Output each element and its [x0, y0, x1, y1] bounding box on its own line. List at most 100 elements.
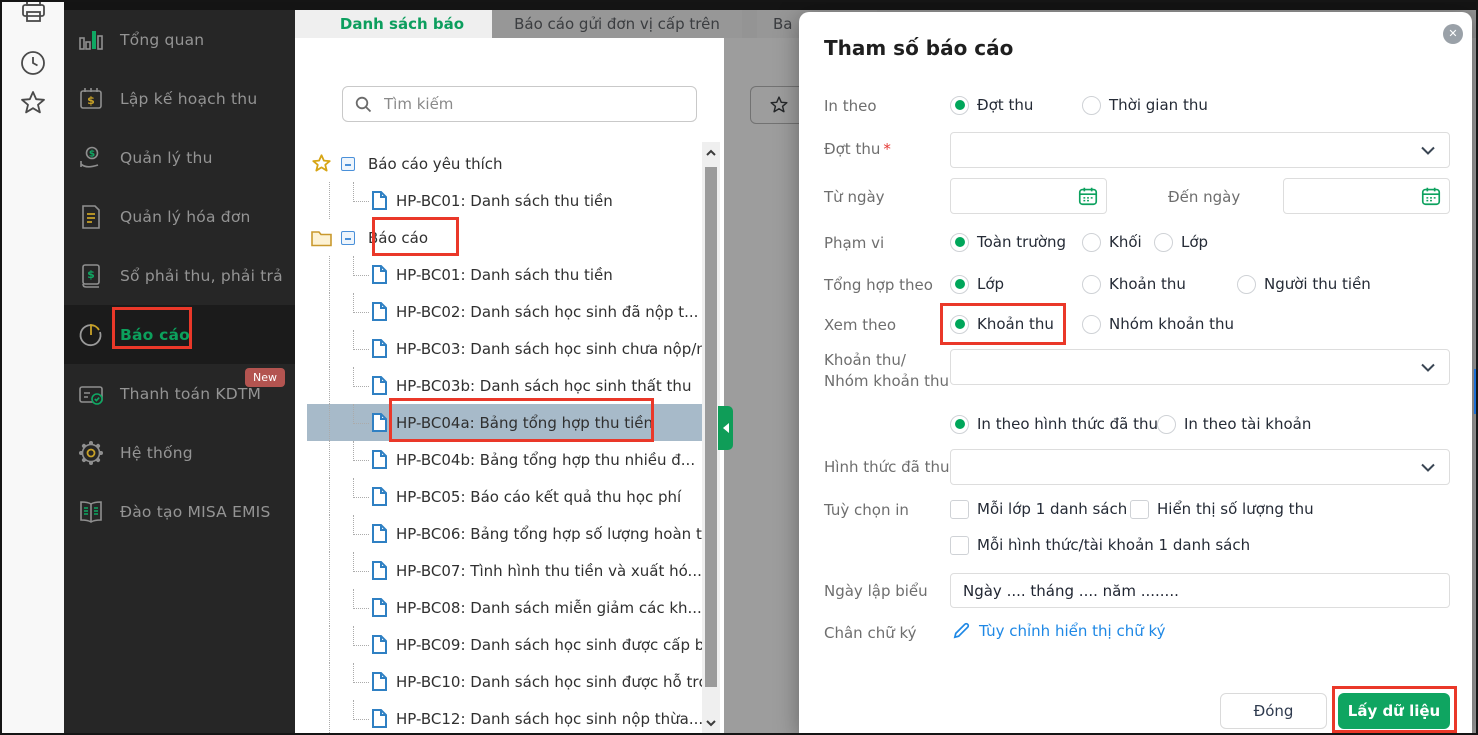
radio-option[interactable]: Đợt thu: [950, 95, 1082, 115]
checkbox-option[interactable]: Mỗi hình thức/tài khoản 1 danh sách: [950, 535, 1250, 555]
file-icon: [372, 487, 387, 506]
tree-group-favorites[interactable]: Báo cáo yêu thích: [295, 145, 702, 182]
tree-item-label: HP-BC07: Tình hình thu tiền và xuất hó..…: [396, 561, 702, 580]
radio-option[interactable]: Khoản thu: [950, 314, 1082, 334]
tree-item-label: HP-BC01: Danh sách thu tiền: [396, 191, 613, 210]
pencil-icon: [952, 621, 971, 640]
tree-item[interactable]: HP-BC09: Danh sách học sinh được cấp bù: [295, 626, 702, 663]
sidebar-item-bao-cao[interactable]: Báo cáo: [64, 305, 295, 364]
tree-item-label: HP-BC06: Bảng tổng hợp số lượng hoàn trả: [396, 524, 702, 543]
sidebar-item-quan-ly-hoa-don[interactable]: Quản lý hóa đơn: [64, 187, 295, 246]
sidebar-item-label: Đào tạo MISA EMIS: [120, 502, 271, 521]
sidebar-item-quan-ly-thu[interactable]: $ Quản lý thu: [64, 128, 295, 187]
den-ngay-date-input[interactable]: [1283, 178, 1450, 214]
radio-group-xem-theo: Khoản thu Nhóm khoản thu: [950, 306, 1234, 342]
favorites-icon[interactable]: [18, 88, 48, 118]
tree-item[interactable]: HP-BC03: Danh sách học sinh chưa nộp/n..…: [295, 330, 702, 367]
page-scrollbar-thumb[interactable]: [1474, 369, 1476, 414]
radio-icon: [1157, 414, 1176, 434]
dot-thu-select[interactable]: [950, 132, 1450, 168]
khoan-thu-select[interactable]: [950, 349, 1450, 385]
sidebar-item-lap-ke-hoach-thu[interactable]: $ Lập kế hoạch thu: [64, 69, 295, 128]
tree-item[interactable]: HP-BC06: Bảng tổng hợp số lượng hoàn trả: [295, 515, 702, 552]
sidebar-item-he-thong[interactable]: Hệ thống: [64, 423, 295, 482]
sidebar-item-dao-tao[interactable]: Đào tạo MISA EMIS: [64, 482, 295, 541]
close-button[interactable]: Đóng: [1220, 693, 1327, 729]
scroll-up-icon[interactable]: [704, 146, 718, 160]
radio-option[interactable]: Thời gian thu: [1082, 95, 1208, 115]
tree-item-label: HP-BC01: Danh sách thu tiền: [396, 265, 613, 284]
field-label-ngay-lap-bieu: Ngày lập biểu: [824, 582, 928, 600]
radio-option[interactable]: Khối: [1082, 232, 1154, 252]
tree-item[interactable]: HP-BC04b: Bảng tổng hợp thu nhiều đ...: [295, 441, 702, 478]
radio-option[interactable]: Khoản thu: [1082, 274, 1237, 294]
tab-danh-sach-bao-cao[interactable]: Danh sách báo cáo: [324, 10, 480, 61]
hinh-thuc-select[interactable]: [950, 449, 1450, 485]
ngay-lap-bieu-input[interactable]: [950, 573, 1450, 608]
scroll-down-icon[interactable]: [704, 716, 718, 730]
radio-option[interactable]: Nhóm khoản thu: [1082, 314, 1234, 334]
sidebar-item-label: Hệ thống: [120, 443, 193, 462]
field-label-tuy-chon-in: Tuỳ chọn in: [824, 501, 909, 519]
invoice-icon: [77, 203, 105, 231]
field-label-chan-chu-ky: Chân chữ ký: [824, 624, 917, 642]
radio-option[interactable]: Toàn trường: [950, 232, 1082, 252]
tree-item[interactable]: HP-BC03b: Danh sách học sinh thất thu: [295, 367, 702, 404]
tree-item-label: HP-BC03: Danh sách học sinh chưa nộp/n..…: [396, 339, 702, 358]
tree-item[interactable]: HP-BC07: Tình hình thu tiền và xuất hó..…: [295, 552, 702, 589]
sidebar-item-so-phai-thu[interactable]: $ Sổ phải thu, phải trả: [64, 246, 295, 305]
checkbox-option[interactable]: Mỗi lớp 1 danh sách: [950, 499, 1130, 519]
search-box: [342, 86, 697, 122]
close-icon[interactable]: ✕: [1443, 24, 1463, 44]
tree-item[interactable]: HP-BC01: Danh sách thu tiền: [295, 182, 702, 219]
list-scrollbar-thumb[interactable]: [705, 167, 717, 687]
hand-coin-icon: $: [77, 144, 105, 172]
tree-item[interactable]: HP-BC12: Danh sách học sinh nộp thừa...: [295, 700, 702, 733]
tree-item[interactable]: HP-BC05: Báo cáo kết quả thu học phí: [295, 478, 702, 515]
search-input[interactable]: [382, 94, 684, 114]
calendar-icon[interactable]: [1420, 185, 1442, 207]
radio-selected-icon: [950, 414, 969, 434]
svg-text:$: $: [87, 268, 95, 281]
radio-option[interactable]: Lớp: [1154, 232, 1208, 252]
tu-ngay-date-input[interactable]: [950, 178, 1107, 214]
panel-collapse-handle[interactable]: [718, 406, 733, 450]
tree-item[interactable]: HP-BC02: Danh sách học sinh đã nộp t...: [295, 293, 702, 330]
radio-option[interactable]: Lớp: [950, 274, 1082, 294]
history-icon[interactable]: [18, 48, 48, 78]
radio-icon: [1082, 95, 1101, 115]
tree-group-reports[interactable]: Báo cáo: [295, 219, 702, 256]
tree-item-label: HP-BC12: Danh sách học sinh nộp thừa...: [396, 709, 702, 728]
collapse-toggle-icon[interactable]: [341, 156, 355, 171]
sidebar-item-label: Thanh toán KDTM: [120, 384, 262, 403]
signature-customize[interactable]: Tùy chỉnh hiển thị chữ ký: [952, 621, 1166, 640]
checkbox-option[interactable]: Hiển thị số lượng thu: [1130, 499, 1314, 519]
sidebar-item-label: Quản lý hóa đơn: [120, 207, 251, 226]
collapse-toggle-icon[interactable]: [341, 230, 355, 245]
gear-icon: [77, 439, 105, 467]
sidebar: Tổng quan $ Lập kế hoạch thu $ Quản lý t…: [64, 10, 295, 733]
tree-item-selected[interactable]: HP-BC04a: Bảng tổng hợp thu tiền: [295, 404, 702, 441]
sidebar-item-thanh-toan-kdtm[interactable]: Thanh toán KDTM New: [64, 364, 295, 423]
device-icon[interactable]: [18, 2, 48, 26]
tree-item[interactable]: HP-BC01: Danh sách thu tiền: [295, 256, 702, 293]
app-window: Tổng quan $ Lập kế hoạch thu $ Quản lý t…: [0, 0, 1478, 735]
tree-item-label: HP-BC08: Danh sách miễn giảm các kh...: [396, 598, 702, 617]
calendar-icon[interactable]: [1077, 185, 1099, 207]
get-data-button[interactable]: Lấy dữ liệu: [1338, 693, 1450, 729]
sidebar-item-tong-quan[interactable]: Tổng quan: [64, 10, 295, 69]
sidebar-item-label: Lập kế hoạch thu: [120, 89, 258, 108]
file-icon: [372, 413, 387, 432]
tree-item[interactable]: HP-BC08: Danh sách miễn giảm các kh...: [295, 589, 702, 626]
field-label-dot-thu: Đợt thu *: [824, 140, 891, 158]
radio-option[interactable]: Người thu tiền: [1237, 274, 1371, 294]
field-label-den-ngay: Đến ngày: [1168, 188, 1241, 206]
field-label-tong-hop-theo: Tổng hợp theo: [824, 276, 933, 294]
file-icon: [372, 376, 387, 395]
radio-option[interactable]: In theo tài khoản: [1157, 414, 1311, 434]
file-icon: [372, 191, 387, 210]
tree-item[interactable]: HP-BC10: Danh sách học sinh được hỗ trợ …: [295, 663, 702, 700]
radio-group-print-by: In theo hình thức đã thu In theo tài kho…: [950, 406, 1311, 442]
radio-icon: [1082, 314, 1101, 334]
radio-option[interactable]: In theo hình thức đã thu: [950, 414, 1158, 434]
